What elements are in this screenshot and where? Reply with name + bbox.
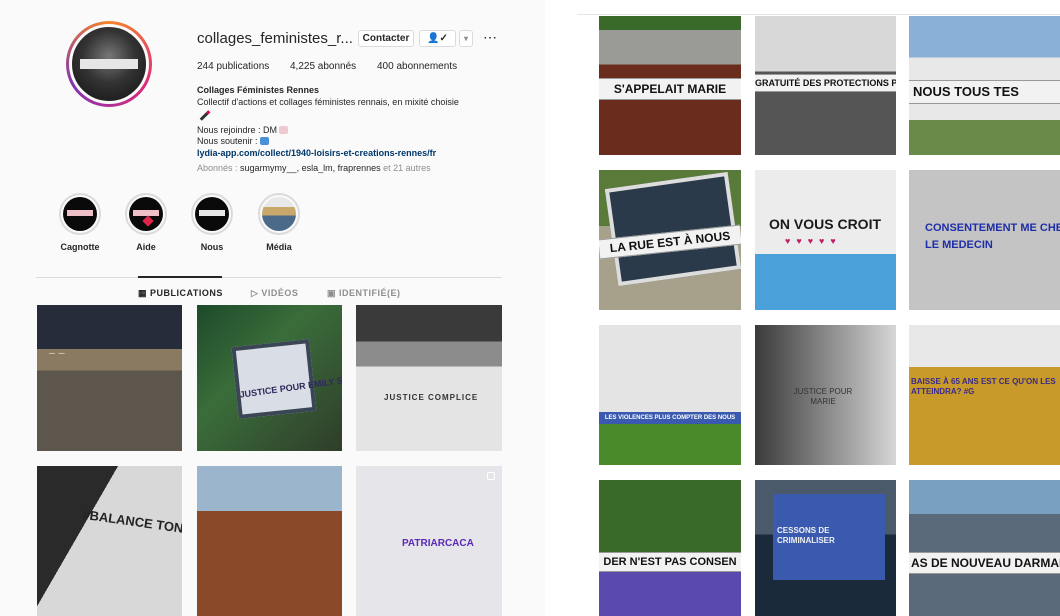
bio-support: Nous soutenir : [197, 136, 258, 146]
post-thumbnail[interactable]: JUSTICE COMPLICE [356, 305, 502, 451]
post-thumbnail[interactable]: CESSONS DE CRIMINALISER [755, 480, 896, 616]
post-thumbnail[interactable]: ON VOUS CROIT ♥♥♥♥♥ [755, 170, 896, 310]
post-thumbnail[interactable]: — — [37, 305, 182, 451]
post-thumbnail[interactable]: CONSENTEMENT ME CHEZ LE MEDECIN [909, 170, 1060, 310]
suggested-dropdown-button[interactable]: ▾ [459, 30, 473, 47]
bio-description: Collectif d'actions et collages féminist… [197, 96, 459, 107]
tab-tagged[interactable]: ▣ IDENTIFIÉ(E) [327, 288, 401, 299]
post-text: BAISSE À 65 ANS EST CE QU'ON LES ATTEIND… [911, 377, 1056, 396]
highlight-media[interactable]: Média [258, 193, 300, 252]
post-text: DER N'EST PAS CONSEN [603, 556, 737, 568]
post-text: S'APPELAIT MARIE [613, 82, 727, 96]
post-text: AS DE NOUVEAU DARMAN [911, 556, 1060, 570]
active-tab-indicator [138, 276, 222, 278]
arrow-down-icon [259, 137, 269, 145]
panel-divider [577, 14, 1060, 15]
highlight-cagnotte[interactable]: Cagnotte [59, 193, 101, 252]
tab-publications[interactable]: ▦ PUBLICATIONS [138, 288, 223, 299]
tag-icon: ▣ [327, 288, 340, 298]
grid-icon: ▦ [138, 288, 151, 298]
following-button[interactable]: 👤✓ [419, 30, 456, 47]
post-thumbnail[interactable]: DER N'EST PAS CONSEN [599, 480, 741, 616]
profile-avatar-ring[interactable] [66, 21, 152, 107]
post-text: — — [49, 351, 66, 357]
bio-link[interactable]: lydia-app.com/collect/1940-loisirs-et-cr… [197, 148, 497, 160]
bio-name: Collages Féministes Rennes [197, 85, 320, 95]
post-thumbnail[interactable]: S'APPELAIT MARIE [599, 16, 741, 155]
post-thumbnail[interactable]: AS DE NOUVEAU DARMAN [909, 480, 1060, 616]
post-text: GRATUITÉ DES PROTECTIONS PÉRIODIQUES [755, 78, 896, 88]
post-thumbnail[interactable]: JUSTICE POUR MARIE [755, 325, 896, 465]
profile-username: collages_feministes_r... [197, 30, 353, 47]
post-text: CESSONS DE CRIMINALISER [777, 526, 835, 545]
highlight-label: Nous [200, 242, 224, 252]
highlight-label: Cagnotte [60, 242, 100, 252]
post-thumbnail[interactable]: PATRIARCACA [356, 466, 502, 616]
post-thumbnail[interactable]: LES VIOLENCES PLUS COMPTER DES NOUS [599, 325, 741, 465]
post-thumbnail[interactable]: JUSTICE POUR EMILY SPANTON [197, 305, 342, 451]
bio-join: Nous rejoindre : DM [197, 124, 278, 135]
post-text: ON VOUS CROIT [769, 216, 882, 232]
post-thumbnail[interactable]: NOUS TOUS TES [909, 16, 1060, 155]
highlight-aide[interactable]: Aide [125, 193, 167, 252]
hearts-icon: ♥♥♥♥♥ [785, 236, 842, 246]
post-text: #BALANCE TON BAR [81, 506, 182, 540]
chevron-down-icon: ▾ [463, 34, 468, 43]
post-thumbnail[interactable] [197, 466, 342, 616]
user-check-icon: 👤✓ [427, 33, 448, 44]
post-thumbnail[interactable]: GRATUITÉ DES PROTECTIONS PÉRIODIQUES [755, 16, 896, 155]
post-thumbnail[interactable]: LA RUE EST À NOUS [599, 170, 741, 310]
stat-following[interactable]: 400 abonnements [377, 61, 457, 72]
stat-followers[interactable]: 4,225 abonnés [290, 61, 356, 72]
stat-publications: 244 publications [197, 61, 270, 72]
tabs-divider [36, 277, 502, 278]
heart-icon [142, 215, 154, 227]
video-icon: ▷ [251, 288, 262, 298]
mailbox-icon [279, 125, 289, 134]
highlight-nous[interactable]: Nous [191, 193, 233, 252]
tab-videos[interactable]: ▷ VIDÉOS [251, 288, 298, 299]
post-text: JUSTICE COMPLICE [384, 393, 479, 402]
post-thumbnail[interactable]: BAISSE À 65 ANS EST CE QU'ON LES ATTEIND… [909, 325, 1060, 465]
post-text: LES VIOLENCES PLUS COMPTER DES NOUS [604, 415, 736, 421]
post-thumbnail[interactable]: #BALANCE TON BAR [37, 466, 182, 616]
highlight-label: Aide [136, 242, 156, 252]
highlight-label: Média [266, 242, 292, 252]
post-text: NOUS TOUS TES [913, 84, 1019, 99]
post-text: JUSTICE POUR MARIE [793, 387, 853, 406]
post-text: CONSENTEMENT ME CHEZ LE MEDECIN [925, 222, 1060, 251]
pencil-icon [199, 110, 211, 121]
avatar [69, 24, 149, 104]
contact-button[interactable]: Contacter [358, 30, 414, 47]
followed-by[interactable]: Abonnés : sugarmymy__, esla_lm, fraprenn… [197, 163, 497, 175]
post-text: PATRIARCACA [402, 538, 474, 549]
more-options-button[interactable]: ⋯ [483, 29, 497, 46]
carousel-icon [487, 472, 495, 480]
profile-bio: Collages Féministes Rennes Collectif d'a… [197, 85, 497, 175]
